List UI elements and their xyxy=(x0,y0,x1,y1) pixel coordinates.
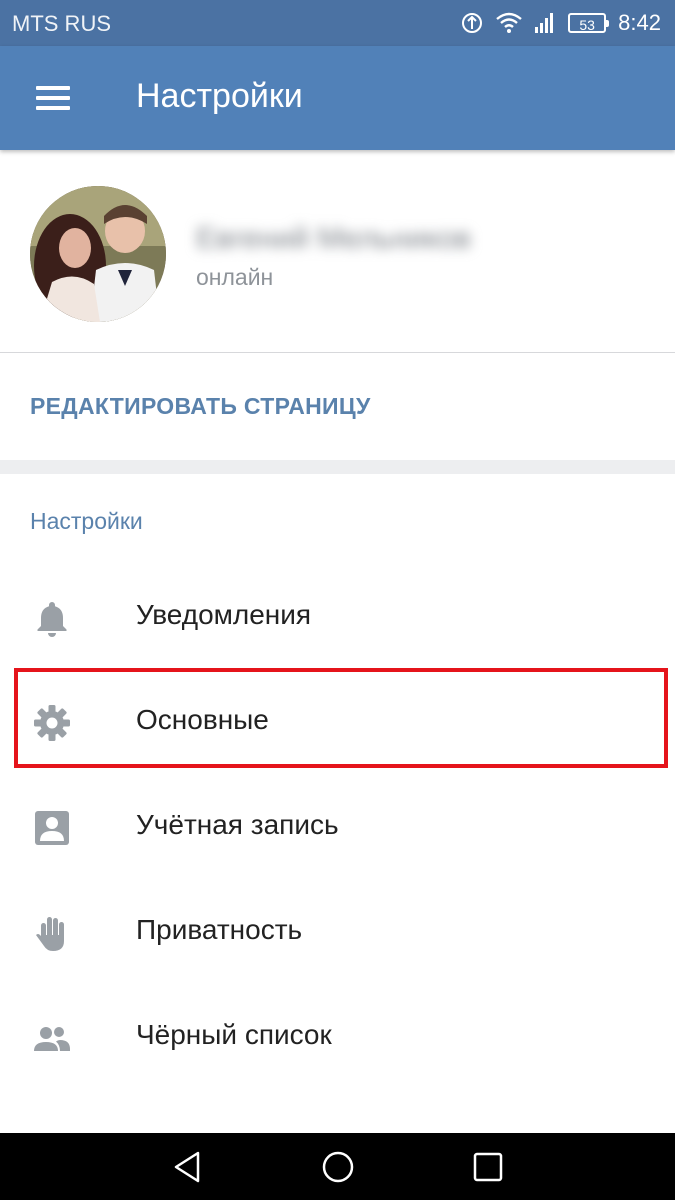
profile-name: Евгений Мельников xyxy=(196,222,471,255)
back-icon[interactable] xyxy=(170,1149,206,1185)
home-icon[interactable] xyxy=(320,1149,356,1185)
data-saver-icon xyxy=(462,13,483,33)
carrier-label: MTS RUS xyxy=(12,11,111,36)
menu-item-general[interactable]: Основные xyxy=(0,671,675,776)
battery-icon: 53 xyxy=(568,13,610,33)
profile-card[interactable]: Евгений Мельников онлайн xyxy=(0,150,675,353)
avatar-photo xyxy=(30,186,166,322)
menu-item-label: Уведомления xyxy=(136,599,312,630)
status-bar: MTS RUS 53 8:42 xyxy=(0,0,675,46)
edit-page-button[interactable]: РЕДАКТИРОВАТЬ СТРАНИЦУ xyxy=(30,393,371,420)
gear-icon xyxy=(34,705,70,741)
recents-icon[interactable] xyxy=(470,1149,506,1185)
avatar[interactable] xyxy=(30,186,166,322)
menu-item-privacy[interactable]: Приватность xyxy=(0,881,675,986)
status-icons: 53 8:42 xyxy=(448,9,661,37)
menu-item-blacklist[interactable]: Чёрный список xyxy=(0,986,675,1091)
divider xyxy=(0,352,675,353)
section-separator xyxy=(0,460,675,474)
menu-item-label: Учётная запись xyxy=(136,809,339,840)
account-card-icon xyxy=(35,811,69,845)
toolbar: Настройки xyxy=(0,46,675,150)
bell-icon xyxy=(37,602,67,637)
people-icon xyxy=(34,1027,70,1051)
wifi-icon xyxy=(496,12,522,33)
signal-icon xyxy=(535,13,554,33)
menu-item-label: Основные xyxy=(136,704,269,735)
menu-item-account[interactable]: Учётная запись xyxy=(0,776,675,881)
navigation-bar xyxy=(0,1133,675,1200)
hand-icon xyxy=(36,917,64,951)
section-title: Настройки xyxy=(30,508,143,534)
menu-item-label: Чёрный список xyxy=(136,1019,332,1050)
menu-item-notifications[interactable]: Уведомления xyxy=(0,566,675,671)
hamburger-icon[interactable] xyxy=(28,76,76,120)
clock: 8:42 xyxy=(618,10,661,35)
profile-status: онлайн xyxy=(196,264,274,290)
page-title: Настройки xyxy=(136,77,303,115)
menu-item-label: Приватность xyxy=(136,914,303,945)
